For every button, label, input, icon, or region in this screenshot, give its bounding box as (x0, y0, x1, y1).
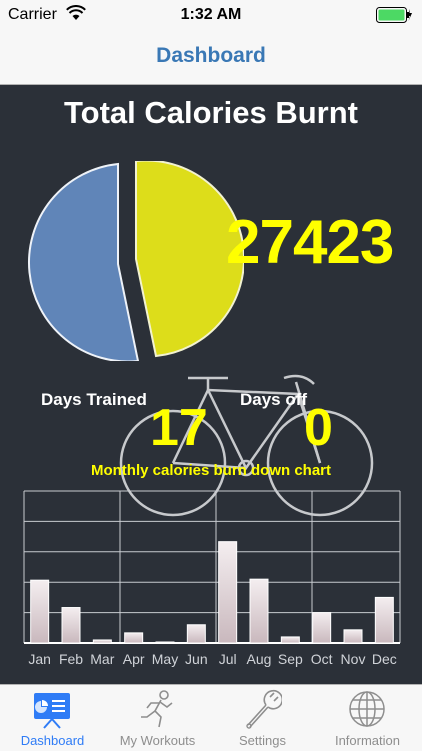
bar-oct (312, 612, 332, 644)
days-off-label: Days off (240, 390, 308, 409)
dashboard-content: Total Calories Burnt 27423 Days Trained … (0, 85, 422, 684)
days-off-value: 0 (304, 399, 333, 457)
globe-icon (349, 691, 385, 727)
x-tick-label: Jul (219, 651, 237, 667)
x-tick-label: Aug (247, 651, 272, 667)
days-pie-chart (28, 161, 244, 361)
days-trained-label: Days Trained (41, 390, 147, 409)
calories-title: Total Calories Burnt (64, 95, 358, 130)
tab-settings[interactable]: Settings (210, 685, 315, 751)
tab-label: Dashboard (20, 733, 85, 748)
bar-sep (280, 636, 300, 644)
clock: 1:32 AM (180, 6, 242, 23)
status-bar: Carrier 1:32 AM (0, 0, 422, 30)
bar-feb (61, 607, 81, 644)
bar-nov (343, 629, 363, 644)
navigation-bar: Dashboard (0, 30, 422, 85)
pie-slice-days-off (28, 162, 140, 361)
chart-title: Monthly calories burn down chart (90, 462, 332, 479)
bar-aug (249, 578, 269, 644)
bar-jun (186, 624, 206, 644)
presentation-board-icon (34, 693, 70, 729)
bar-jul (218, 541, 238, 644)
x-tick-label: Mar (90, 651, 114, 667)
bar-jan (30, 579, 50, 644)
bar-may (155, 641, 175, 644)
wrench-icon (246, 689, 282, 729)
x-tick-label: Nov (341, 651, 366, 667)
monthly-calories-bar-chart: Jan Feb Mar Apr May Jun Jul Aug Sep Oct Nov Dec (23, 490, 401, 667)
bar-dec (374, 596, 394, 644)
runner-icon (141, 690, 173, 728)
x-tick-label: Dec (372, 651, 397, 667)
tab-bar: Dashboard My Workouts Settings Informati… (0, 684, 422, 751)
bar-apr (124, 632, 144, 644)
tab-label: Information (334, 733, 401, 748)
page-title: Dashboard (156, 44, 266, 67)
tab-label: Settings (239, 733, 286, 748)
x-tick-label: Apr (123, 651, 145, 667)
bar-mar (92, 639, 112, 644)
tab-my-workouts[interactable]: My Workouts (105, 685, 210, 751)
tab-label: My Workouts (119, 733, 196, 748)
x-tick-label: Jan (28, 651, 51, 667)
x-tick-label: Sep (278, 651, 303, 667)
x-tick-label: Feb (59, 651, 83, 667)
total-calories-value: 27423 (226, 208, 394, 277)
x-tick-label: May (152, 651, 178, 667)
tab-information[interactable]: Information (315, 685, 420, 751)
days-trained-value: 17 (150, 399, 208, 457)
x-tick-label: Jun (185, 651, 208, 667)
tab-dashboard[interactable]: Dashboard (0, 685, 105, 751)
battery-icon (376, 7, 412, 23)
x-tick-label: Oct (311, 651, 333, 667)
